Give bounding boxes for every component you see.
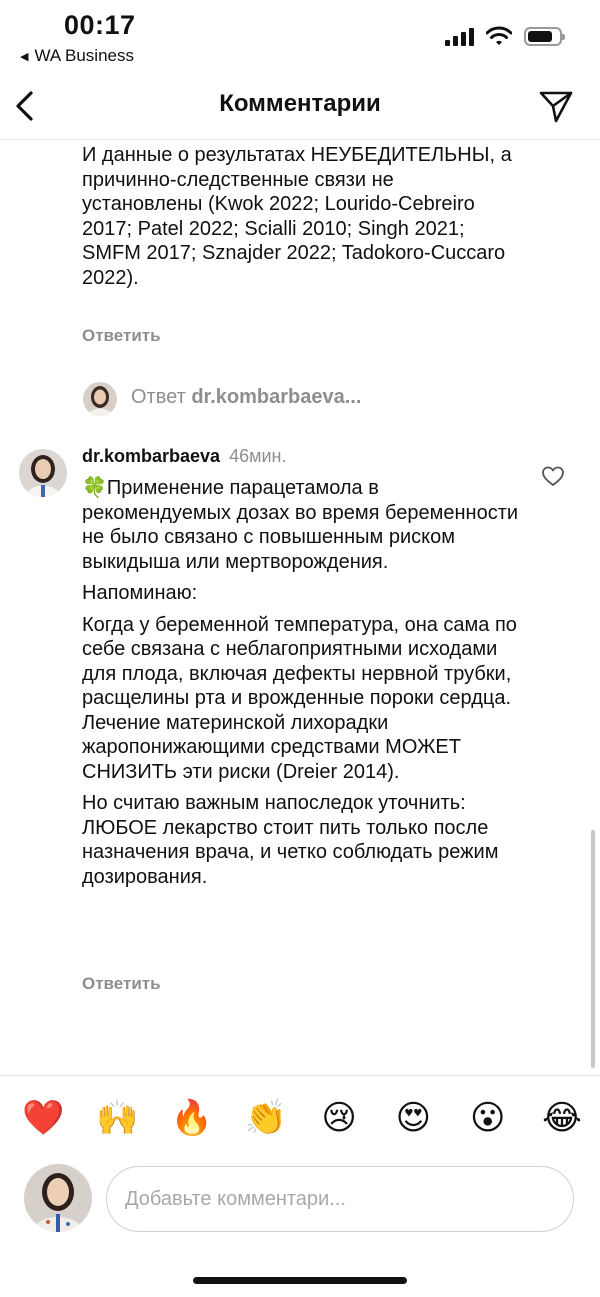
thread-prefix: Ответ: [131, 386, 186, 408]
nav-divider: [0, 139, 600, 140]
like-heart-icon[interactable]: [541, 465, 565, 487]
back-triangle-icon: ◀: [20, 50, 29, 63]
clapping-emoji-button[interactable]: 👏: [245, 1098, 287, 1138]
laughing-emoji-button[interactable]: 😂: [542, 1098, 582, 1138]
wifi-icon: [486, 26, 512, 45]
page-title: Комментарии: [219, 90, 381, 117]
surprised-emoji-button[interactable]: 😮: [468, 1098, 508, 1138]
thread-user: dr.kombarbaeva...: [191, 386, 362, 408]
heart-emoji-button[interactable]: ❤️: [22, 1098, 64, 1138]
avatar: [24, 1164, 92, 1232]
signal-icon: [445, 26, 474, 46]
comment-username[interactable]: dr.kombarbaeva: [82, 446, 220, 466]
comment-input[interactable]: [106, 1166, 574, 1232]
status-time: 00:17: [64, 10, 136, 40]
comment-time: 46мин.: [229, 446, 287, 466]
avatar: [83, 382, 117, 416]
comment-header: dr.kombarbaeva 46мин.: [82, 446, 287, 467]
avatar[interactable]: [19, 449, 67, 497]
paper-plane-icon[interactable]: [538, 88, 574, 124]
crying-emoji-button[interactable]: 😢: [319, 1098, 359, 1138]
status-icons: [445, 26, 565, 46]
battery-icon: [524, 26, 565, 46]
reaction-bar: ❤️ 🙌 🔥 👏 😢 😍 😮 😂: [22, 1098, 582, 1138]
view-replies-link[interactable]: Ответ dr.kombarbaeva...: [131, 386, 361, 409]
fire-emoji-button[interactable]: 🔥: [171, 1098, 213, 1138]
home-indicator: [193, 1277, 407, 1284]
scrollbar[interactable]: [591, 830, 595, 1068]
reply-button[interactable]: Ответить: [82, 974, 161, 994]
raising-hands-emoji-button[interactable]: 🙌: [96, 1098, 138, 1138]
comment-paragraph: Но считаю важным напоследок уточнить: ЛЮ…: [82, 792, 499, 888]
composer-divider: [0, 1075, 600, 1076]
comment-paragraph: Когда у беременной температура, она сама…: [82, 613, 517, 783]
comment-paragraph: 🍀Применение парацетамола в рекомендуемых…: [82, 477, 519, 573]
back-app-label: WA Business: [34, 46, 134, 65]
heart-eyes-emoji-button[interactable]: 😍: [393, 1098, 433, 1138]
back-to-app-link[interactable]: ◀ WA Business: [20, 46, 134, 66]
comment-paragraph: Напоминаю:: [82, 582, 198, 604]
comment-text: И данные о результатах НЕУБЕДИТЕЛЬНЫ, а …: [82, 144, 512, 289]
comment-body: 🍀Применение парацетамола в рекомендуемых…: [82, 476, 522, 896]
reply-button[interactable]: Ответить: [82, 326, 161, 346]
